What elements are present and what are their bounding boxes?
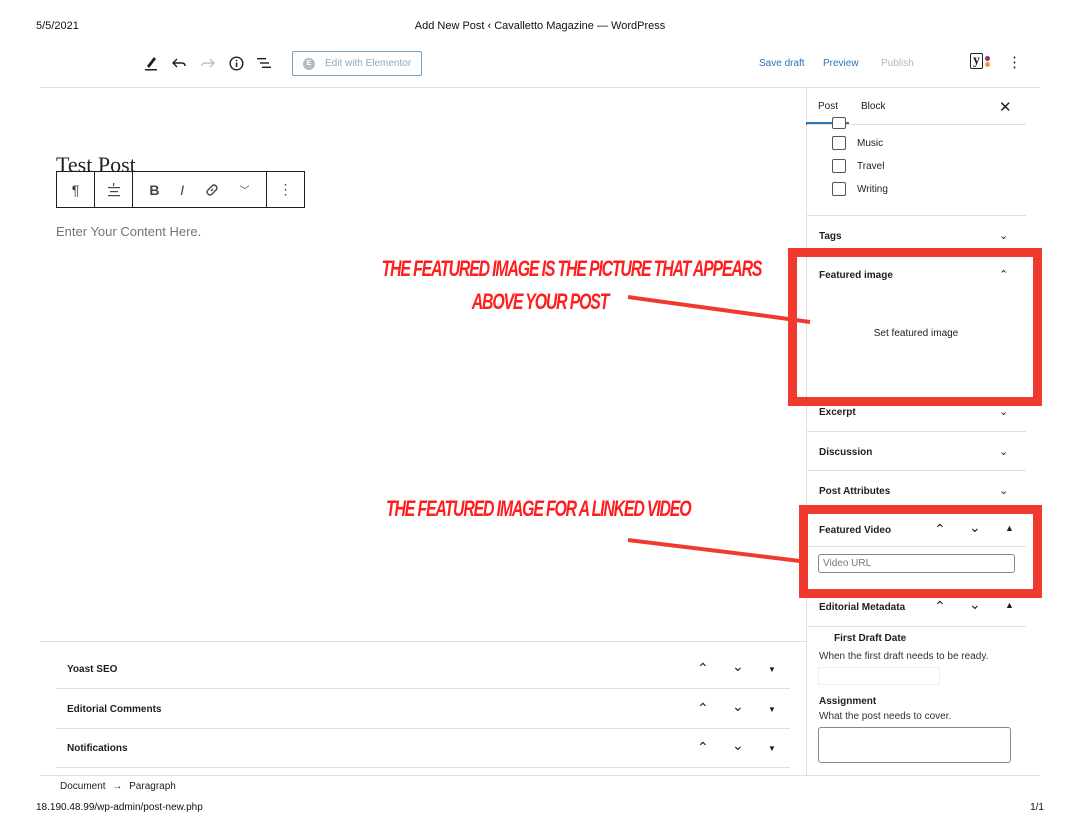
toggle-panel-icon[interactable]: ▼: [768, 744, 776, 753]
move-down-icon[interactable]: ⌄: [732, 737, 744, 754]
category-checkbox-partial[interactable]: [832, 117, 846, 129]
category-writing[interactable]: Writing: [832, 182, 888, 196]
panel-post-attributes-title[interactable]: Post Attributes: [819, 486, 890, 497]
annotation-arrow-image: [627, 295, 811, 324]
move-down-icon[interactable]: ⌄: [732, 698, 744, 715]
chevron-down-icon[interactable]: ⌄: [999, 405, 1008, 418]
chevron-down-icon[interactable]: ⌄: [999, 484, 1008, 497]
chevron-down-icon[interactable]: ⌄: [999, 229, 1008, 242]
move-up-icon[interactable]: ⌃: [934, 598, 946, 615]
move-up-icon[interactable]: ⌃: [697, 739, 709, 756]
panel-excerpt-title[interactable]: Excerpt: [819, 407, 856, 418]
move-up-icon[interactable]: ⌃: [697, 700, 709, 717]
annotation-arrows: [627, 295, 811, 564]
assignment-desc: What the post needs to cover.: [819, 711, 952, 722]
metabox-yoast-seo[interactable]: Yoast SEO: [67, 664, 117, 675]
metabox-notifications[interactable]: Notifications: [67, 743, 128, 754]
move-down-icon[interactable]: ⌄: [969, 596, 981, 613]
assignment-label: Assignment: [819, 696, 877, 707]
panel-editorial-metadata-title[interactable]: Editorial Metadata: [819, 602, 905, 613]
checkbox[interactable]: [832, 159, 846, 173]
breadcrumb-paragraph[interactable]: Paragraph: [129, 781, 176, 792]
toggle-panel-icon[interactable]: ▼: [768, 665, 776, 674]
panel-discussion-title[interactable]: Discussion: [819, 447, 872, 458]
toggle-panel-icon[interactable]: ▼: [768, 705, 776, 714]
category-label: Music: [857, 137, 884, 149]
category-label: Writing: [857, 183, 888, 195]
breadcrumb: Document → Paragraph: [60, 781, 176, 792]
close-sidebar-icon[interactable]: ✕: [999, 98, 1012, 116]
toggle-panel-icon[interactable]: ▲: [1005, 600, 1014, 610]
first-draft-date-desc: When the first draft needs to be ready.: [819, 651, 989, 662]
first-draft-date-label: First Draft Date: [834, 633, 907, 644]
first-draft-date-input[interactable]: [818, 667, 940, 685]
chevron-down-icon[interactable]: ⌄: [999, 445, 1008, 458]
breadcrumb-arrow: →: [112, 781, 123, 792]
panel-tags-title[interactable]: Tags: [819, 231, 842, 242]
assignment-textarea[interactable]: [818, 727, 1011, 763]
tab-post[interactable]: Post: [818, 101, 838, 112]
move-up-icon[interactable]: ⌃: [697, 660, 709, 677]
move-down-icon[interactable]: ⌄: [732, 658, 744, 675]
highlight-featured-image: [788, 248, 1042, 406]
category-label: Travel: [857, 160, 885, 172]
highlight-featured-video: [799, 505, 1042, 598]
checkbox[interactable]: [832, 182, 846, 196]
breadcrumb-document[interactable]: Document: [60, 781, 106, 792]
annotation-arrow-video: [627, 538, 809, 564]
metabox-editorial-comments[interactable]: Editorial Comments: [67, 704, 161, 715]
category-travel[interactable]: Travel: [832, 159, 884, 173]
checkbox[interactable]: [832, 136, 846, 150]
category-music[interactable]: Music: [832, 136, 883, 150]
tab-block[interactable]: Block: [861, 101, 885, 112]
